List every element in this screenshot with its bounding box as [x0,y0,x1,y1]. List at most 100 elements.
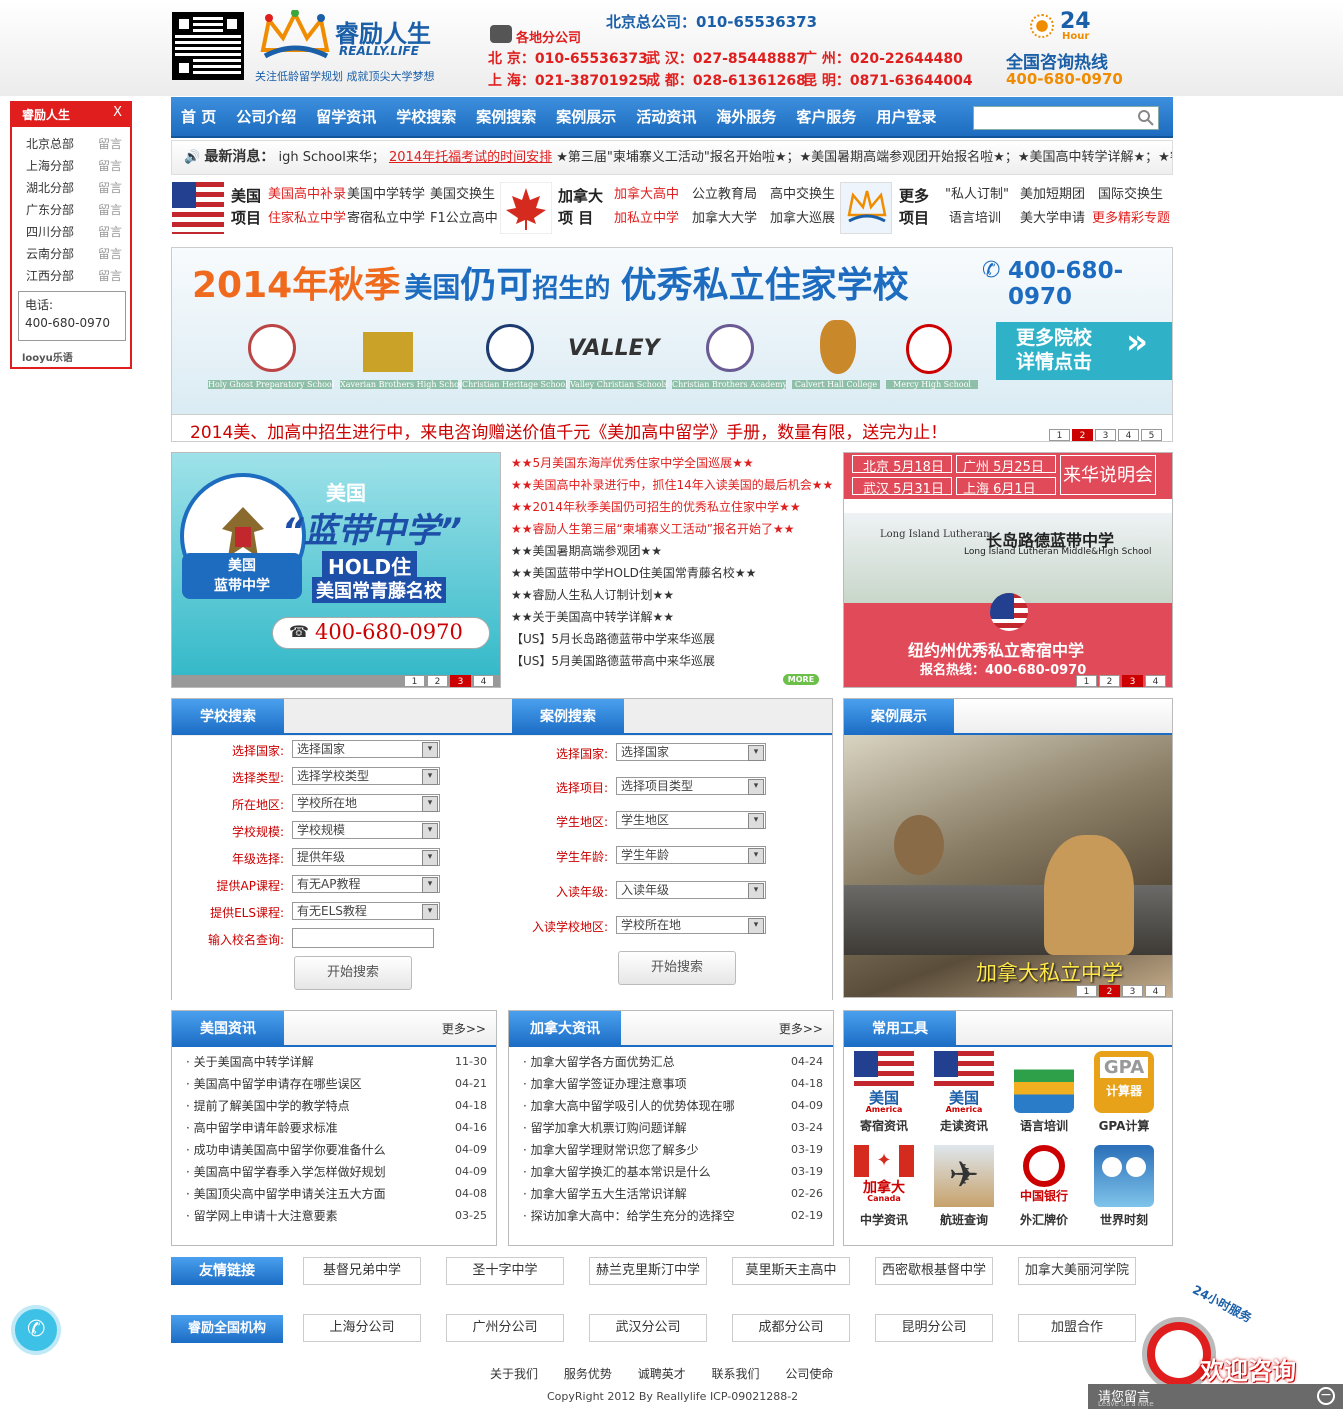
banner-pager[interactable]: 12345 [1049,429,1162,441]
friend-link[interactable]: 赫兰克里斯汀中学 [589,1257,707,1285]
case-country-select[interactable]: 选择国家 [616,743,766,761]
tool-boarding[interactable]: 美国 America 寄宿资讯 [852,1051,916,1134]
tab-case-search[interactable]: 案例搜索 [512,699,624,735]
ap-select[interactable]: 有无AP教程 [292,875,440,893]
project-link[interactable]: 美大学申请 [1020,211,1085,227]
student-age-select[interactable]: 学生年龄 [616,846,766,864]
sidebar-item[interactable]: 北京总部 留言 [26,133,122,155]
news-row[interactable]: · 高中留学申请年龄要求标准 [186,1117,338,1139]
nav-item[interactable]: 公司介绍 [226,97,306,138]
headline-item[interactable]: ★★美国暑期高端参观团★★ [511,540,662,562]
project-link[interactable]: 住家私立中学 [268,211,346,227]
more-schools-button[interactable]: 更多院校 详情点击 » [996,322,1172,380]
branch-link[interactable]: 加盟合作 [1018,1314,1136,1342]
news-row[interactable]: · 美国高中留学申请存在哪些误区 [186,1073,362,1095]
tool-day-school[interactable]: 美国 America 走读资讯 [932,1051,996,1134]
els-select[interactable]: 有无ELS教程 [292,902,440,920]
project-link[interactable]: "私人订制" [945,187,1009,203]
footer-link[interactable]: 关于我们 [490,1367,538,1381]
footer-link[interactable]: 联系我们 [712,1367,760,1381]
nav-item[interactable]: 用户登录 [866,97,946,138]
school-type-select[interactable]: 选择学校类型 [292,767,440,785]
news-link[interactable]: 2014年托福考试的时间安排 [389,150,552,165]
tool-flight[interactable]: ✈ 航班查询 [932,1145,996,1228]
project-link[interactable]: 更多精彩专题 [1092,211,1170,227]
case-pager[interactable]: 1234 [1076,985,1166,997]
tab-school-search[interactable]: 学校搜索 [172,699,284,735]
sidebar-item[interactable]: 云南分部 留言 [26,243,122,265]
branch-link[interactable]: 武汉分公司 [589,1314,707,1342]
project-link[interactable]: 加私立中学 [614,211,679,227]
news-row[interactable]: · 提前了解美国中学的教学特点 [186,1095,350,1117]
leave-message-bar[interactable]: 请您留言 Leave us a note − [1088,1384,1343,1409]
friend-link[interactable]: 基督兄弟中学 [303,1257,421,1285]
school-region-select[interactable]: 学校所在地 [616,916,766,934]
news-row[interactable]: · 加拿大留学换汇的基本常识是什么 [523,1161,711,1183]
nav-item[interactable]: 案例搜索 [466,97,546,138]
headline-item[interactable]: ★★2014年秋季美国仍可招生的优秀私立住家中学★★ [511,496,801,518]
project-link[interactable]: 语言培训 [949,211,1001,227]
headline-item[interactable]: ★★睿励人生私人订制计划★★ [511,584,674,606]
nav-item[interactable]: 首 页 [171,97,226,138]
branch-link[interactable]: 成都分公司 [732,1314,850,1342]
tab-us-news[interactable]: 美国资讯 [172,1011,284,1047]
news-row[interactable]: · 加拿大留学各方面优势汇总 [523,1051,675,1073]
size-select[interactable]: 学校规模 [292,821,440,839]
nav-item[interactable]: 客户服务 [786,97,866,138]
branch-link[interactable]: 上海分公司 [303,1314,421,1342]
roadshow-promo[interactable]: 北京 5月18日 广州 5月25日 武汉 5月31日 上海 6月1日 来华说明会… [843,452,1173,688]
nav-item[interactable]: 学校搜索 [386,97,466,138]
project-link[interactable]: 寄宿私立中学 [347,211,425,227]
news-row[interactable]: · 留学加拿大机票订购问题详解 [523,1117,687,1139]
project-link[interactable]: 加拿大大学 [692,211,757,227]
sidebar-item[interactable]: 广东分部 留言 [26,199,122,221]
news-row[interactable]: · 探访加拿大高中：给学生充分的选择空 [523,1205,735,1227]
news-row[interactable]: · 加拿大留学理财常识您了解多少 [523,1139,699,1161]
consult-float[interactable]: 24小时服务 欢迎咨询 [1140,1283,1310,1391]
friend-link[interactable]: 西密歇根基督中学 [875,1257,993,1285]
footer-link[interactable]: 服务优势 [564,1367,612,1381]
case-project-select[interactable]: 选择项目类型 [616,777,766,795]
enroll-grade-select[interactable]: 入读年级 [616,881,766,899]
headline-item[interactable]: ★★关于美国高中转学详解★★ [511,606,674,628]
project-link[interactable]: 国际交换生 [1098,187,1163,203]
sidebar-item[interactable]: 江西分部 留言 [26,265,122,287]
grade-select[interactable]: 提供年级 [292,848,440,866]
tool-gpa[interactable]: GPA 计算器 GPA计算 [1092,1051,1156,1134]
news-row[interactable]: · 美国高中留学春季入学怎样做好规划 [186,1161,386,1183]
friend-link[interactable]: 莫里斯天主高中 [732,1257,850,1285]
footer-link[interactable]: 诚聘英才 [638,1367,686,1381]
school-search-button[interactable]: 开始搜索 [294,956,412,990]
news-row[interactable]: · 留学网上申请十大注意要素 [186,1205,338,1227]
more-link[interactable]: 更多>> [779,1020,823,1037]
headline-item[interactable]: 【US】5月美国路德蓝带高中来华巡展 [511,650,715,672]
roadshow-pager[interactable]: 1234 [1076,675,1166,687]
tab-ca-news[interactable]: 加拿大资讯 [509,1011,621,1047]
minimize-icon[interactable]: − [1317,1387,1335,1405]
close-icon[interactable]: X [113,105,122,120]
news-row[interactable]: · 加拿大高中留学吸引人的优势体现在哪 [523,1095,735,1117]
nav-item[interactable]: 留学资讯 [306,97,386,138]
headline-item[interactable]: ★★美国蓝带中学HOLD住美国常青藤名校★★ [511,562,756,584]
case-search-button[interactable]: 开始搜索 [618,951,736,985]
news-row[interactable]: · 成功申请美国高中留学你要准备什么 [186,1139,386,1161]
search-icon[interactable] [1138,110,1154,126]
headline-item[interactable]: ★★睿励人生第三届“柬埔寨义工活动”报名开始了★★ [511,518,794,540]
branch-link[interactable]: 昆明分公司 [875,1314,993,1342]
student-region-select[interactable]: 学生地区 [616,811,766,829]
more-button[interactable]: MORE [783,674,819,685]
sidebar-item[interactable]: 上海分部 留言 [26,155,122,177]
project-link[interactable]: 加拿大高中 [614,187,679,203]
tool-ca-school[interactable]: ✦ 加拿大 Canada 中学资讯 [852,1145,916,1228]
project-link[interactable]: 高中交换生 [770,187,835,203]
nav-item[interactable]: 案例展示 [546,97,626,138]
nav-item[interactable]: 活动资讯 [626,97,706,138]
project-link[interactable]: 美加短期团 [1020,187,1085,203]
project-link[interactable]: 加拿大巡展 [770,211,835,227]
sidebar-item[interactable]: 四川分部 留言 [26,221,122,243]
news-item[interactable]: ★第三届"柬埔寨义工活动"报名开始啦★；★美国暑期高端参观团开始报名啦★；★美国… [556,150,1172,165]
region-select[interactable]: 学校所在地 [292,794,440,812]
project-link[interactable]: 美国高中补录 [268,187,346,203]
country-select[interactable]: 选择国家 [292,740,440,758]
sidebar-item[interactable]: 湖北分部 留言 [26,177,122,199]
